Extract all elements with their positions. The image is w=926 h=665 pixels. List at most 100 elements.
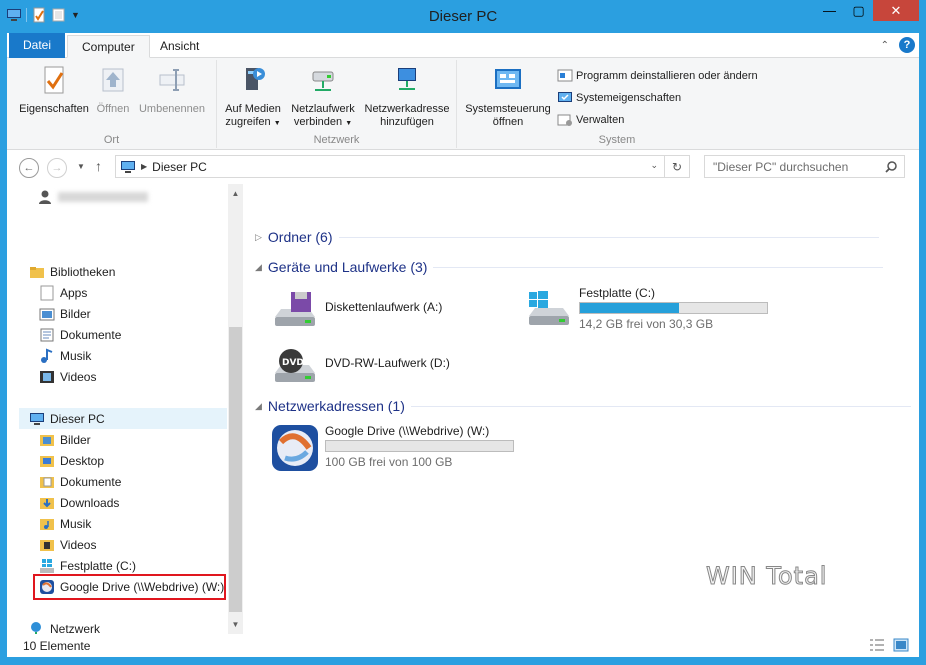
sidebar-item-pc-videos[interactable]: Videos [39, 534, 96, 555]
sidebar-item-dokumente[interactable]: Dokumente [39, 324, 121, 345]
address-dropdown-icon[interactable]: ⌄ [650, 160, 658, 171]
pictures-folder-icon [40, 434, 54, 446]
sidebar-item-festplatte-c[interactable]: Festplatte (C:) [39, 555, 136, 576]
search-input[interactable]: "Dieser PC" durchsuchen [704, 155, 905, 178]
address-bar[interactable]: ▶ Dieser PC ⌄ [115, 155, 665, 178]
large-icons-view-icon[interactable] [893, 638, 909, 652]
user-folder-item[interactable] [37, 186, 148, 207]
documents-icon [40, 328, 54, 341]
libraries-icon [30, 266, 44, 278]
refresh-button[interactable]: ↻ [665, 155, 690, 178]
wintotal-watermark: WIN Total [706, 562, 827, 591]
drive-dvd-d[interactable]: DVD DVD-RW-Laufwerk (D:) [271, 343, 450, 391]
drive-floppy-a[interactable]: Diskettenlaufwerk (A:) [271, 287, 442, 335]
netzwerkadresse-hinzufuegen-button[interactable]: Netzwerkadresse hinzufügen [361, 64, 453, 129]
sidebar-item-pc-bilder[interactable]: Bilder [39, 429, 91, 450]
sidebar-item-desktop[interactable]: Desktop [39, 450, 104, 471]
svg-text:DVD: DVD [282, 358, 304, 368]
videos-icon [40, 370, 54, 383]
music-folder-icon [40, 518, 54, 530]
sidebar-item-dieser-pc[interactable]: Dieser PC [19, 408, 227, 429]
scrollbar-thumb[interactable] [229, 327, 242, 612]
svg-text:WIN Total: WIN Total [706, 562, 827, 590]
add-network-location-icon [398, 68, 416, 90]
title-bar[interactable]: ▼ Dieser PC — ▢ ✕ [0, 0, 926, 33]
tab-ansicht[interactable]: Ansicht [146, 35, 213, 58]
user-icon [39, 190, 51, 204]
navigation-bar: ← → ▼ ↑ ▶ Dieser PC ⌄ ↻ "Dieser PC" durc… [7, 150, 919, 184]
search-icon [885, 161, 897, 173]
expand-arrow-icon[interactable]: ▷ [255, 232, 262, 243]
rename-icon [159, 69, 185, 91]
chevron-up-icon[interactable]: ⌃ [881, 40, 889, 51]
umbenennen-button[interactable]: Umbenennen [135, 64, 209, 116]
netzlaufwerk-verbinden-button[interactable]: Netzlaufwerk verbinden ▼ [287, 64, 359, 130]
manage-icon [557, 114, 572, 126]
sidebar-item-pc-dokumente[interactable]: Dokumente [39, 471, 121, 492]
pictures-icon [39, 308, 55, 320]
systemeigenschaften-button[interactable]: Systemeigenschaften [557, 90, 681, 106]
sidebar-item-musik[interactable]: Musik [39, 345, 91, 366]
sidebar-item-apps[interactable]: Apps [39, 282, 87, 303]
sidebar-item-bilder[interactable]: Bilder [39, 303, 91, 324]
ribbon: Eigenschaften Öffnen Umbenennen Ort Auf … [7, 58, 919, 150]
group-system: Systemsteuerung öffnen Programm deinstal… [457, 60, 777, 148]
collapse-arrow-icon[interactable]: ◢ [255, 262, 262, 273]
details-view-icon[interactable] [869, 638, 885, 652]
group-label-ort: Ort [103, 134, 120, 146]
verwalten-button[interactable]: Verwalten [557, 112, 624, 128]
scroll-up-icon[interactable]: ▲ [228, 186, 243, 201]
eigenschaften-button[interactable]: Eigenschaften [17, 64, 91, 116]
status-bar: 10 Elemente [7, 634, 919, 657]
programs-icon [557, 69, 573, 82]
forward-button[interactable]: → [47, 158, 67, 178]
drive-festplatte-c[interactable]: Festplatte (C:) 14,2 GB frei von 30,3 GB [525, 286, 768, 334]
group-ort: Eigenschaften Öffnen Umbenennen Ort [7, 60, 217, 148]
desktop-folder-icon [40, 455, 54, 467]
drive-c-usage-fill [580, 303, 680, 313]
oeffnen-button[interactable]: Öffnen [93, 64, 133, 116]
webdrive-icon [272, 425, 318, 471]
maximize-button[interactable]: ▢ [844, 0, 873, 21]
drive-c-usage-bar [579, 302, 768, 314]
drive-google-webdrive-w[interactable]: Google Drive (\\Webdrive) (W:) 100 GB fr… [271, 424, 514, 472]
view-switcher [869, 638, 909, 652]
collapse-arrow-icon[interactable]: ◢ [255, 401, 262, 412]
up-button[interactable]: ↑ [95, 158, 102, 174]
music-icon [41, 348, 53, 363]
chevron-right-icon[interactable]: ▶ [141, 162, 147, 171]
help-icon[interactable]: ? [899, 37, 915, 53]
minimize-button[interactable]: — [815, 0, 844, 21]
group-header-geraete[interactable]: ◢ Geräte und Laufwerke (3) [255, 259, 884, 275]
windows-hard-drive-icon [529, 291, 569, 325]
group-header-netz[interactable]: ◢ Netzwerkadressen (1) [255, 398, 911, 414]
tab-datei[interactable]: Datei [9, 33, 66, 58]
sidebar-item-downloads[interactable]: Downloads [39, 492, 119, 513]
group-header-ordner[interactable]: ▷ Ordner (6) [255, 229, 879, 245]
blurred-user-name [58, 191, 148, 202]
dropdown-arrow-icon: ▼ [273, 120, 281, 127]
tab-computer[interactable]: Computer [67, 35, 150, 58]
systemsteuerung-oeffnen-button[interactable]: Systemsteuerung öffnen [461, 64, 555, 129]
navpane-scrollbar[interactable]: ▲ ▼ [228, 184, 243, 634]
ribbon-controls: ⌃ ? [881, 37, 915, 53]
highlight-frame [33, 574, 226, 600]
group-netzwerk: Auf Medien zugreifen ▼ Netzlaufwerk verb… [217, 60, 457, 148]
sidebar-item-pc-musik[interactable]: Musik [39, 513, 91, 534]
close-button[interactable]: ✕ [873, 0, 919, 21]
programm-deinstallieren-button[interactable]: Programm deinstallieren oder ändern [557, 68, 758, 84]
windows-drive-icon [40, 558, 54, 573]
navigation-pane: Bibliotheken Apps Bilder Dokumente Musik… [7, 184, 243, 637]
address-path[interactable]: Dieser PC [152, 160, 207, 174]
system-properties-icon [558, 92, 572, 102]
back-button[interactable]: ← [19, 158, 39, 178]
ribbon-tabs: Datei Computer Ansicht ⌃ ? [7, 33, 919, 58]
recent-locations-icon[interactable]: ▼ [77, 162, 85, 171]
scroll-down-icon[interactable]: ▼ [228, 617, 243, 632]
sidebar-item-videos[interactable]: Videos [39, 366, 96, 387]
item-count: 10 Elemente [23, 638, 91, 653]
auf-medien-zugreifen-button[interactable]: Auf Medien zugreifen ▼ [221, 64, 285, 130]
window-title: Dieser PC [428, 8, 498, 25]
drive-w-usage-bar [325, 440, 514, 452]
sidebar-item-bibliotheken[interactable]: Bibliotheken [29, 261, 115, 282]
